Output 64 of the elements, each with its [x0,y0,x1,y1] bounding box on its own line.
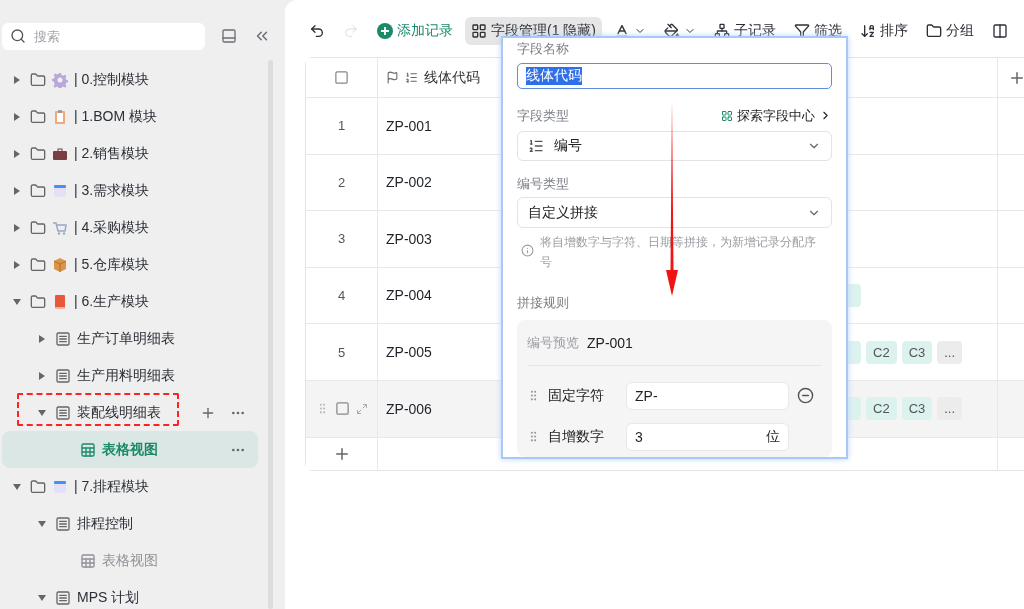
item-label: 排程控制 [77,514,133,533]
folder-item[interactable]: | 5.仓库模块 [2,246,258,283]
table-item[interactable]: 生产订单明细表 [2,320,258,357]
preview-value: ZP-001 [587,334,633,351]
table-item[interactable]: MPS 计划 [2,579,258,609]
folder-item[interactable]: | 4.采购模块 [2,209,258,246]
table-cell: ZP-001 [386,117,432,134]
field-label: 编号类型 [517,175,570,194]
row-number: 5 [337,344,346,360]
folder-item[interactable]: | 0.控制模块 [2,61,258,98]
rule-input[interactable]: ZP- [626,381,789,410]
item-label: | 6.生产模块 [74,292,150,311]
folder-item[interactable]: | 6.生产模块 [2,283,258,320]
folder-item[interactable]: | 1.BOM 模块 [2,98,258,135]
sort-button[interactable]: 排序 [854,16,914,45]
more-tag[interactable]: ... [937,340,963,364]
table-item[interactable]: 生产用料明细表 [2,357,258,394]
rule-label: 自增数字 [548,427,605,446]
hint-text: 将自增数字与字符、日期等拼接，为新增记录分配序号 [540,234,817,271]
tag: C2 [866,397,897,421]
field-label: 拼接规则 [517,294,570,312]
field-label: 字段类型 [517,106,569,125]
group-button[interactable]: 分组 [920,16,980,45]
table-item[interactable]: 排程控制 [2,505,258,542]
row-number: 1 [337,118,346,134]
folder-item[interactable]: | 3.需求模块 [2,172,258,209]
row-number: 4 [337,287,346,303]
number-type-select[interactable]: 自定义拼接 [517,197,832,228]
search-input[interactable]: 搜索 [32,27,182,45]
preview-label: 编号预览 [527,333,579,352]
search-field[interactable]: 搜索 [2,22,205,50]
item-label: 装配线明细表 [77,403,161,422]
rule-input[interactable]: 3 位 [626,422,789,451]
name-field[interactable]: 线体代码 [517,63,832,89]
item-label: 表格视图 [102,440,158,459]
tag: C3 [901,397,933,421]
item-label: | 1.BOM 模块 [74,107,157,126]
table-cell: ZP-006 [386,400,432,417]
item-label: 生产订单明细表 [77,329,175,348]
tag: C2 [866,340,897,364]
item-label: 生产用料明细表 [77,366,175,385]
type-select[interactable]: 编号 [517,130,832,162]
item-label: MPS 计划 [77,588,140,607]
row-number: 2 [337,174,346,190]
more-tag[interactable]: ... [937,397,963,421]
item-label: | 4.采购模块 [74,218,150,237]
item-label: | 5.仓库模块 [74,255,150,274]
add-record-button[interactable]: 添加记录 [371,16,459,45]
row-number: 3 [337,231,346,247]
table-item[interactable]: 装配线明细表 [2,394,258,431]
table-cell: ZP-003 [386,230,432,247]
folder-item[interactable]: | 2.销售模块 [2,135,258,172]
item-label: | 0.控制模块 [74,70,150,89]
item-label: | 7.排程模块 [74,477,150,496]
item-label: | 2.销售模块 [74,144,150,163]
table-cell: ZP-002 [386,174,432,191]
folder-item[interactable]: | 7.排程模块 [2,468,258,505]
item-label: | 3.需求模块 [74,181,150,200]
table-cell: ZP-004 [386,287,432,304]
table-cell: ZP-005 [386,344,432,360]
tag: C3 [901,340,933,364]
explore-link[interactable]: 探索字段中心 [721,106,832,125]
item-label: 表格视图 [102,551,158,570]
rule-label: 固定字符 [548,386,605,405]
